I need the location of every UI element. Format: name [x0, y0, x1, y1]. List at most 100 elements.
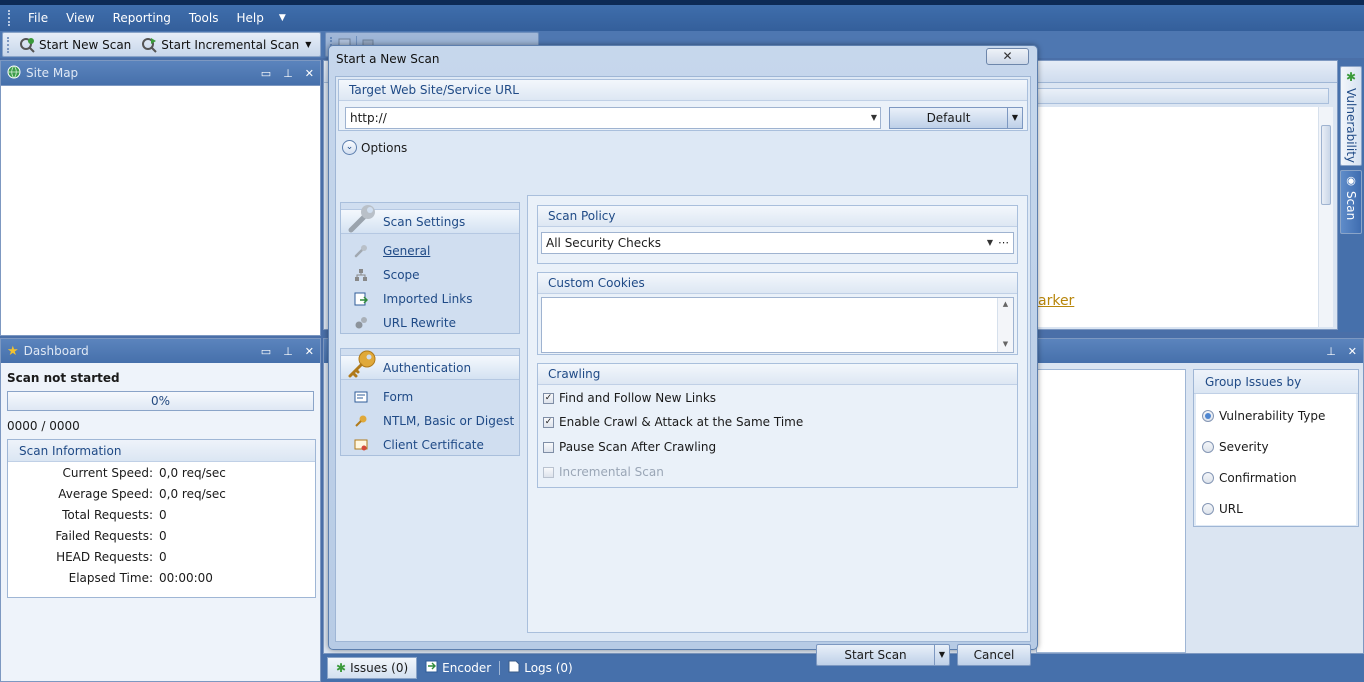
profile-button[interactable]: Default ▼: [889, 107, 1023, 129]
globe-icon: [7, 65, 21, 82]
close-icon[interactable]: ✕: [305, 67, 314, 80]
group-issues-box: Group Issues by Vulnerability Type Sever…: [1193, 369, 1359, 527]
scan-settings-title: Scan Settings: [383, 214, 466, 229]
nav-form[interactable]: Form: [341, 385, 519, 409]
nav-imported-links[interactable]: Imported Links: [341, 287, 519, 311]
info-key: Failed Requests:: [55, 528, 153, 543]
chevron-down-icon[interactable]: ▼: [1007, 108, 1022, 128]
checkbox-checked[interactable]: ✓: [543, 392, 554, 404]
group-by-confirmation[interactable]: Confirmation: [1196, 462, 1356, 493]
start-new-scan-label: Start New Scan: [39, 37, 132, 52]
nav-scope[interactable]: Scope: [341, 263, 519, 287]
close-icon[interactable]: ✕: [1348, 345, 1357, 358]
target-url-input[interactable]: http:// ▼: [345, 107, 881, 129]
dialog-title: Start a New Scan: [336, 52, 440, 66]
chevron-down-icon[interactable]: ▼: [305, 40, 311, 49]
issues-list[interactable]: [1036, 369, 1186, 653]
start-page-link[interactable]: arker: [1038, 293, 1074, 309]
pin-icon[interactable]: ⊥: [283, 67, 293, 80]
document-scrollbar[interactable]: [1318, 107, 1333, 327]
checkbox-label: Enable Crawl & Attack at the Same Time: [559, 415, 804, 429]
menu-overflow-icon[interactable]: ▼: [273, 13, 292, 23]
menu-tools[interactable]: Tools: [180, 9, 228, 27]
cancel-button[interactable]: Cancel: [957, 644, 1031, 666]
checkbox-label: Find and Follow New Links: [559, 391, 717, 405]
authentication-header: Authentication: [341, 350, 519, 380]
group-by-url[interactable]: URL: [1196, 493, 1356, 524]
nav-general[interactable]: General: [341, 239, 519, 263]
nav-url-rewrite[interactable]: URL Rewrite: [341, 311, 519, 335]
toolbar-grip[interactable]: [7, 36, 10, 53]
chevron-down-icon[interactable]: ▼: [987, 238, 993, 247]
nav-client-certificate[interactable]: Client Certificate: [341, 433, 519, 457]
crawl-attack-same-time-option[interactable]: ✓ Enable Crawl & Attack at the Same Time: [538, 410, 1017, 434]
chevron-down-icon[interactable]: ▼: [934, 645, 949, 665]
pause-after-crawling-option[interactable]: Pause Scan After Crawling: [538, 435, 1017, 459]
pin-icon[interactable]: ⊥: [283, 345, 293, 358]
radio[interactable]: [1202, 471, 1214, 484]
settings-pane: Scan Policy All Security Checks ▼ ⋯ Cust…: [527, 195, 1028, 633]
group-by-vulnerability-type[interactable]: Vulnerability Type: [1196, 400, 1356, 431]
menu-grip[interactable]: [8, 10, 11, 26]
group-by-severity[interactable]: Severity: [1196, 431, 1356, 462]
collapse-icon[interactable]: ⌄: [342, 140, 357, 155]
tab-encoder[interactable]: Encoder: [417, 657, 499, 679]
tab-logs[interactable]: Logs (0): [500, 657, 581, 679]
tab-issues[interactable]: ✱ Issues (0): [327, 657, 418, 679]
nav-url-rewrite-label: URL Rewrite: [383, 316, 456, 330]
sitemap-icon: [353, 267, 369, 283]
minimize-icon[interactable]: ▭: [261, 345, 271, 358]
scan-settings-header: Scan Settings: [341, 205, 519, 234]
scroll-up-icon[interactable]: ▲: [998, 300, 1013, 308]
menu-file[interactable]: File: [19, 9, 57, 27]
scrollbar-thumb[interactable]: [1321, 125, 1331, 205]
target-url-value: http://: [350, 111, 387, 125]
checkbox-checked[interactable]: ✓: [543, 416, 554, 428]
start-new-scan-button[interactable]: Start New Scan: [14, 35, 136, 55]
options-toggle[interactable]: ⌄ Options: [342, 140, 407, 155]
info-value: 00:00:00: [159, 570, 213, 585]
dashboard-body: Scan not started 0% 0000 / 0000 Scan Inf…: [1, 363, 320, 602]
pin-icon[interactable]: ⊥: [1326, 345, 1336, 358]
nav-ntlm[interactable]: NTLM, Basic or Digest: [341, 409, 519, 433]
info-row-failed-requests: Failed Requests: 0: [8, 525, 315, 546]
minimize-icon[interactable]: ▭: [261, 67, 271, 80]
document-icon: [508, 660, 520, 676]
scan-progress-bar: 0%: [7, 391, 314, 411]
find-follow-links-option[interactable]: ✓ Find and Follow New Links: [538, 386, 1017, 410]
checkbox-label: Incremental Scan: [559, 465, 664, 479]
cookies-scrollbar[interactable]: ▲ ▼: [997, 298, 1013, 352]
scroll-down-icon[interactable]: ▼: [998, 340, 1013, 348]
right-vertical-tabs: ✱ Vulnerability ◉ Scan: [1338, 60, 1364, 332]
start-incremental-scan-button[interactable]: Start Incremental Scan ▼: [136, 35, 316, 55]
custom-cookies-textarea[interactable]: ▲ ▼: [541, 297, 1014, 353]
document-filter-bar[interactable]: [1036, 88, 1329, 104]
site-map-title: Site Map: [26, 66, 79, 80]
site-map-tree[interactable]: [1, 85, 320, 335]
menu-view[interactable]: View: [57, 9, 103, 27]
chevron-down-icon[interactable]: ▼: [871, 113, 877, 122]
site-map-header: Site Map ▭ ⊥ ✕: [1, 61, 320, 85]
radio-label: Severity: [1219, 439, 1269, 454]
key-icon: [353, 413, 369, 429]
radio[interactable]: [1202, 502, 1214, 515]
key-icon: [345, 348, 379, 382]
menu-reporting[interactable]: Reporting: [104, 9, 180, 27]
nav-imported-links-label: Imported Links: [383, 292, 473, 306]
scan-policy-select[interactable]: All Security Checks ▼ ⋯: [541, 232, 1014, 254]
tab-scan[interactable]: ◉ Scan: [1340, 170, 1362, 234]
radio-selected[interactable]: [1202, 409, 1214, 422]
info-value: 0,0 req/sec: [159, 486, 226, 501]
tab-vulnerability[interactable]: ✱ Vulnerability: [1340, 66, 1362, 166]
toolbar-scan-group: Start New Scan Start Incremental Scan ▼: [2, 32, 322, 57]
start-scan-button[interactable]: Start Scan ▼: [816, 644, 950, 666]
more-icon[interactable]: ⋯: [998, 236, 1009, 249]
menu-help[interactable]: Help: [227, 9, 272, 27]
radio[interactable]: [1202, 440, 1214, 453]
close-icon[interactable]: ✕: [305, 345, 314, 358]
tab-encoder-label: Encoder: [442, 661, 492, 675]
checkbox[interactable]: [543, 441, 554, 453]
menu-bar: File View Reporting Tools Help ▼: [0, 5, 1364, 31]
info-value: 0: [159, 507, 167, 522]
dialog-close-button[interactable]: ✕: [986, 48, 1029, 65]
